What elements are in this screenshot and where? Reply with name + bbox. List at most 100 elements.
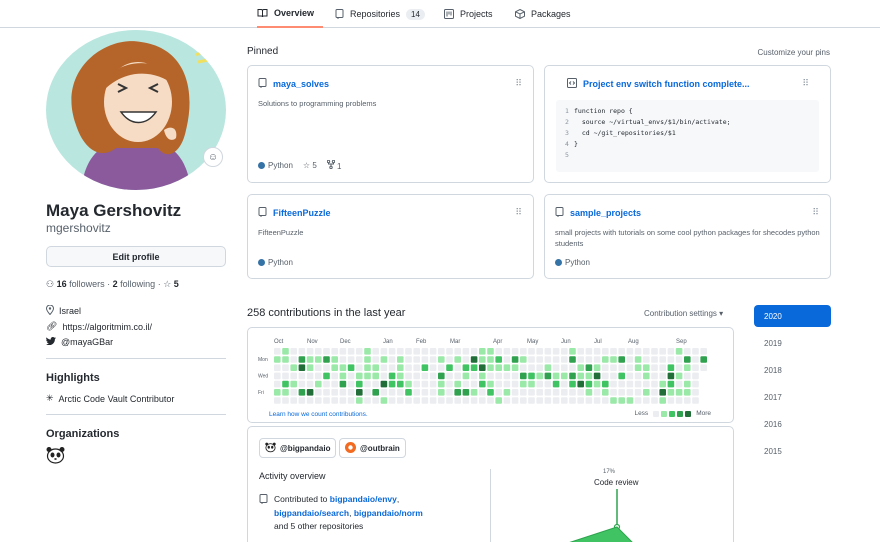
- tab-repositories[interactable]: Repositories 14: [335, 0, 425, 28]
- contribution-day[interactable]: [274, 397, 281, 404]
- contribution-day[interactable]: [462, 397, 470, 404]
- contribution-day[interactable]: [380, 389, 388, 396]
- contribution-day[interactable]: [446, 372, 453, 380]
- contribution-day[interactable]: [331, 380, 338, 388]
- contribution-day[interactable]: [561, 356, 568, 363]
- contribution-day[interactable]: [610, 372, 617, 380]
- contribution-day[interactable]: [544, 372, 552, 380]
- contribution-day[interactable]: [610, 397, 617, 404]
- contribution-day[interactable]: [315, 372, 322, 380]
- contribution-day[interactable]: [684, 372, 691, 380]
- customize-pins-link[interactable]: Customize your pins: [758, 48, 830, 57]
- contribution-day[interactable]: [544, 380, 552, 388]
- contribution-day[interactable]: [397, 397, 404, 404]
- contribution-day[interactable]: [487, 348, 494, 355]
- contribution-day[interactable]: [413, 380, 420, 388]
- contribution-day[interactable]: [618, 348, 625, 355]
- contribution-day[interactable]: [331, 397, 338, 404]
- contribution-day[interactable]: [675, 356, 683, 363]
- contribution-day[interactable]: [684, 356, 691, 363]
- contribution-day[interactable]: [659, 364, 666, 371]
- contribution-day[interactable]: [585, 389, 593, 396]
- org-filter-outbrain[interactable]: @outbrain: [339, 438, 406, 458]
- contribution-day[interactable]: [544, 389, 552, 396]
- contribution-day[interactable]: [479, 364, 486, 371]
- contribution-day[interactable]: [331, 356, 338, 363]
- contribution-day[interactable]: [552, 356, 560, 363]
- contribution-day[interactable]: [315, 356, 322, 363]
- contribution-day[interactable]: [618, 372, 625, 380]
- contribution-day[interactable]: [626, 380, 634, 388]
- contribution-day[interactable]: [577, 364, 584, 371]
- contribution-day[interactable]: [462, 348, 470, 355]
- contribution-day[interactable]: [700, 364, 707, 371]
- contribution-day[interactable]: [429, 356, 437, 363]
- repo-link-norm[interactable]: bigpandaio/norm: [354, 508, 423, 518]
- contribution-day[interactable]: [552, 364, 560, 371]
- contribution-day[interactable]: [675, 372, 683, 380]
- contribution-day[interactable]: [675, 348, 683, 355]
- contribution-day[interactable]: [520, 372, 527, 380]
- contribution-day[interactable]: [610, 389, 617, 396]
- contribution-day[interactable]: [438, 372, 445, 380]
- contribution-day[interactable]: [536, 397, 543, 404]
- contribution-day[interactable]: [356, 348, 363, 355]
- contribution-day[interactable]: [585, 356, 593, 363]
- contribution-day[interactable]: [684, 389, 691, 396]
- contribution-day[interactable]: [577, 356, 584, 363]
- contribution-day[interactable]: [446, 397, 453, 404]
- contribution-day[interactable]: [388, 372, 396, 380]
- contribution-day[interactable]: [692, 364, 699, 371]
- contribution-day[interactable]: [274, 372, 281, 380]
- contribution-day[interactable]: [380, 372, 388, 380]
- contribution-day[interactable]: [700, 348, 707, 355]
- pinned-repo-link[interactable]: sample_projects: [570, 208, 641, 218]
- contribution-day[interactable]: [413, 389, 420, 396]
- contribution-day[interactable]: [413, 397, 420, 404]
- contribution-day[interactable]: [446, 356, 453, 363]
- contribution-day[interactable]: [405, 372, 412, 380]
- contribution-day[interactable]: [413, 372, 420, 380]
- highlight-arctic[interactable]: ✳ Arctic Code Vault Contributor: [46, 393, 174, 404]
- contribution-day[interactable]: [651, 356, 658, 363]
- contribution-day[interactable]: [552, 348, 560, 355]
- contribution-day[interactable]: [364, 364, 371, 371]
- contribution-day[interactable]: [487, 372, 494, 380]
- contribution-day[interactable]: [651, 364, 658, 371]
- contribution-day[interactable]: [274, 380, 281, 388]
- contribution-day[interactable]: [454, 348, 461, 355]
- contribution-day[interactable]: [552, 397, 560, 404]
- contribution-day[interactable]: [274, 356, 281, 363]
- contribution-day[interactable]: [495, 364, 502, 371]
- contribution-day[interactable]: [618, 380, 625, 388]
- contribution-day[interactable]: [544, 348, 552, 355]
- contribution-day[interactable]: [462, 356, 470, 363]
- contribution-day[interactable]: [602, 389, 609, 396]
- contribution-day[interactable]: [438, 380, 445, 388]
- contribution-day[interactable]: [495, 348, 502, 355]
- contribution-day[interactable]: [323, 397, 330, 404]
- contribution-day[interactable]: [659, 397, 666, 404]
- contribution-day[interactable]: [659, 348, 666, 355]
- contribution-day[interactable]: [347, 348, 355, 355]
- contribution-day[interactable]: [520, 364, 527, 371]
- contribution-day[interactable]: [347, 372, 355, 380]
- contribution-day[interactable]: [536, 356, 543, 363]
- contribution-day[interactable]: [495, 372, 502, 380]
- contribution-day[interactable]: [544, 356, 552, 363]
- contribution-day[interactable]: [298, 364, 306, 371]
- contribution-day[interactable]: [315, 380, 322, 388]
- contribution-day[interactable]: [528, 348, 535, 355]
- contribution-day[interactable]: [536, 348, 543, 355]
- learn-contributions-link[interactable]: Learn how we count contributions.: [269, 411, 368, 418]
- contribution-day[interactable]: [347, 389, 355, 396]
- contribution-day[interactable]: [397, 372, 404, 380]
- contribution-day[interactable]: [438, 397, 445, 404]
- contribution-day[interactable]: [290, 372, 297, 380]
- contribution-day[interactable]: [651, 348, 658, 355]
- contribution-day[interactable]: [528, 356, 535, 363]
- contribution-day[interactable]: [421, 348, 429, 355]
- contribution-day[interactable]: [511, 348, 519, 355]
- contribution-day[interactable]: [667, 380, 675, 388]
- contribution-day[interactable]: [421, 397, 429, 404]
